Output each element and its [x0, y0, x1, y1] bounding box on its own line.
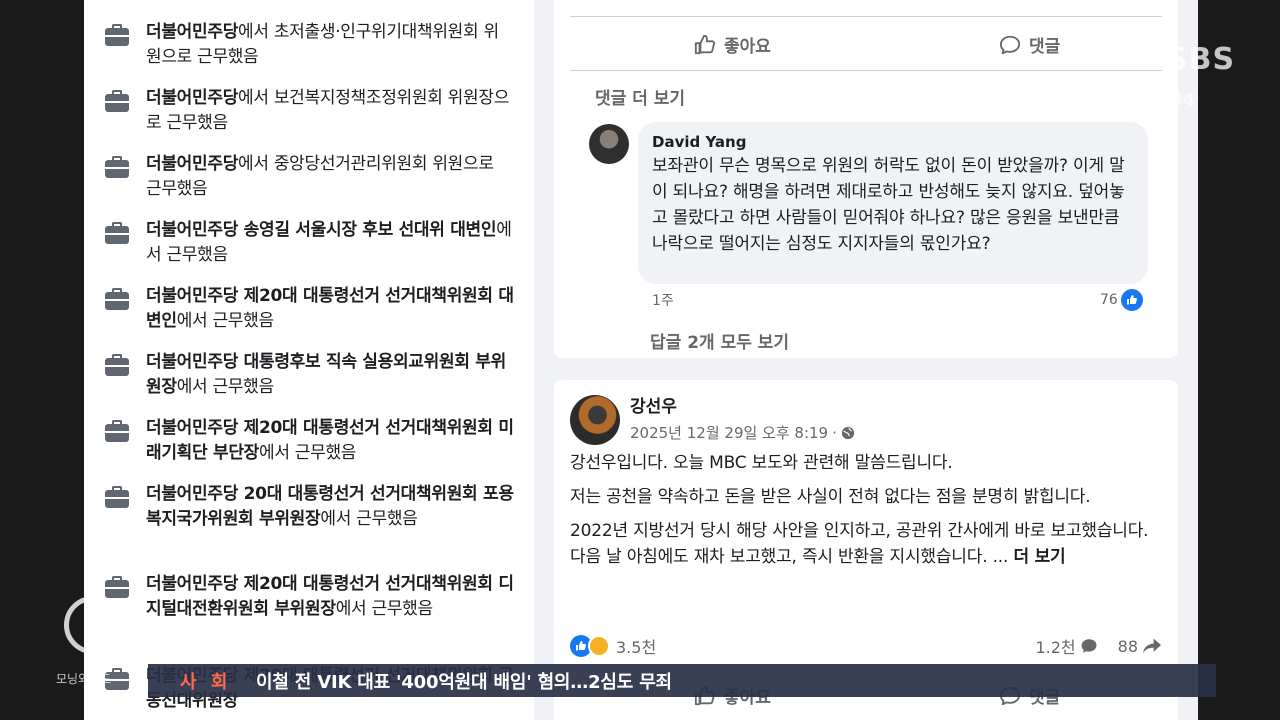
career-item: 더불어민주당 송영길 서울시장 후보 선대위 대변인에서 근무했음: [104, 218, 514, 268]
broadcast-time: 04: [1170, 90, 1196, 111]
career-item: 더불어민주당에서 중앙당선거관리위원회 위원으로 근무했음: [104, 152, 514, 202]
career-item: 더불어민주당에서 초저출생·인구위기대책위원회 위원으로 근무했음: [104, 20, 514, 70]
feed: 좋아요 댓글 댓글 더 보기 David Yang 보좌관이 무슨 명목으로 위…: [534, 0, 1198, 720]
comment-count[interactable]: 1.2천: [1035, 634, 1097, 658]
briefcase-icon: [104, 90, 130, 112]
thumbs-up-icon: [694, 34, 716, 54]
share-icon: [1143, 638, 1161, 654]
like-button[interactable]: 좋아요: [694, 32, 771, 57]
briefcase-icon: [104, 420, 130, 442]
career-item: 더불어민주당 제20대 대통령선거 선거대책위원회 미래기획단 부단장에서 근무…: [104, 416, 514, 466]
career-item: 더불어민주당 제20대 대통령선거 선거대책위원회 디지털대전환위원회 부위원장…: [104, 572, 514, 622]
briefcase-icon: [104, 156, 130, 178]
comment-time[interactable]: 1주: [652, 290, 674, 310]
briefcase-icon: [104, 486, 130, 508]
comment-bubble: David Yang 보좌관이 무슨 명목으로 위원의 허락도 없이 돈이 받았…: [638, 122, 1148, 284]
like-reaction-icon: [1120, 289, 1143, 311]
divider: [570, 16, 1162, 17]
avatar[interactable]: [570, 395, 620, 445]
comment-button[interactable]: 댓글: [999, 32, 1060, 57]
career-item: 더불어민주당 20대 대통령선거 선거대책위원회 포용복지국가위원회 부위원장에…: [104, 482, 514, 532]
comment-text: 보좌관이 무슨 명목으로 위원의 허락도 없이 돈이 받았을까? 이게 말이 되…: [652, 156, 1125, 254]
briefcase-icon: [104, 576, 130, 598]
post-meta: 2025년 12월 29일 오후 8:19 ·: [630, 422, 855, 443]
more-comments-link[interactable]: 댓글 더 보기: [595, 84, 685, 109]
post-author[interactable]: 강선우: [630, 392, 677, 417]
briefcase-icon: [104, 222, 130, 244]
post-stats: 1.2천 88: [1035, 634, 1162, 658]
comment-icon: [999, 35, 1021, 54]
avatar[interactable]: [589, 124, 629, 164]
view-replies-link[interactable]: 답글 2개 모두 보기: [650, 328, 789, 353]
post-paragraph: 2022년 지방선거 당시 해당 사안을 인지하고, 공관위 간사에게 바로 보…: [570, 521, 1149, 567]
career-list-panel: 더불어민주당에서 초저출생·인구위기대책위원회 위원으로 근무했음 더불어민주당…: [84, 0, 534, 720]
career-item: 더불어민주당에서 보건복지정책조정위원회 위원장으로 근무했음: [104, 86, 514, 136]
briefcase-icon: [104, 354, 130, 376]
ticker-headline: 이철 전 VIK 대표 '400억원대 배임' 혐의…2심도 무죄: [256, 671, 672, 693]
share-count[interactable]: 88: [1118, 637, 1162, 656]
program-label: 모닝와이드: [56, 672, 112, 686]
post-paragraph: 강선우입니다. 오늘 MBC 보도와 관련해 말씀드립니다.: [570, 453, 953, 473]
career-item: 더불어민주당 대통령후보 직속 실용외교위원회 부위원장에서 근무했음: [104, 350, 514, 400]
divider: [570, 70, 1162, 71]
ticker-category: 사 회: [180, 671, 232, 693]
broadcaster-watermark: SBS: [1166, 42, 1236, 77]
reaction-summary[interactable]: 3.5천: [570, 634, 656, 658]
briefcase-icon: [104, 24, 130, 46]
post-body: 강선우입니다. 오늘 MBC 보도와 관련해 말씀드립니다. 저는 공천을 약속…: [570, 450, 1166, 578]
care-reaction-icon: [588, 635, 610, 657]
globe-icon: [841, 426, 855, 439]
briefcase-icon: [104, 288, 130, 310]
post-paragraph: 저는 공천을 약속하고 돈을 받은 사실이 전혀 없다는 점을 분명히 밝힙니다…: [570, 487, 1091, 507]
comment-reaction-count[interactable]: 76: [1100, 289, 1143, 311]
news-ticker: 사 회 이철 전 VIK 대표 '400억원대 배임' 혐의…2심도 무죄: [148, 664, 1216, 697]
program-logo-icon: [64, 596, 122, 654]
comment-card: 좋아요 댓글 댓글 더 보기 David Yang 보좌관이 무슨 명목으로 위…: [554, 0, 1178, 358]
see-more-link[interactable]: 더 보기: [1013, 547, 1065, 567]
post-date[interactable]: 2025년 12월 29일 오후 8:19: [630, 422, 828, 443]
career-item: 더불어민주당 제20대 대통령선거 선거대책위원회 대변인에서 근무했음: [104, 284, 514, 334]
comment-author[interactable]: David Yang: [652, 131, 1134, 153]
comment-icon: [1081, 639, 1097, 653]
